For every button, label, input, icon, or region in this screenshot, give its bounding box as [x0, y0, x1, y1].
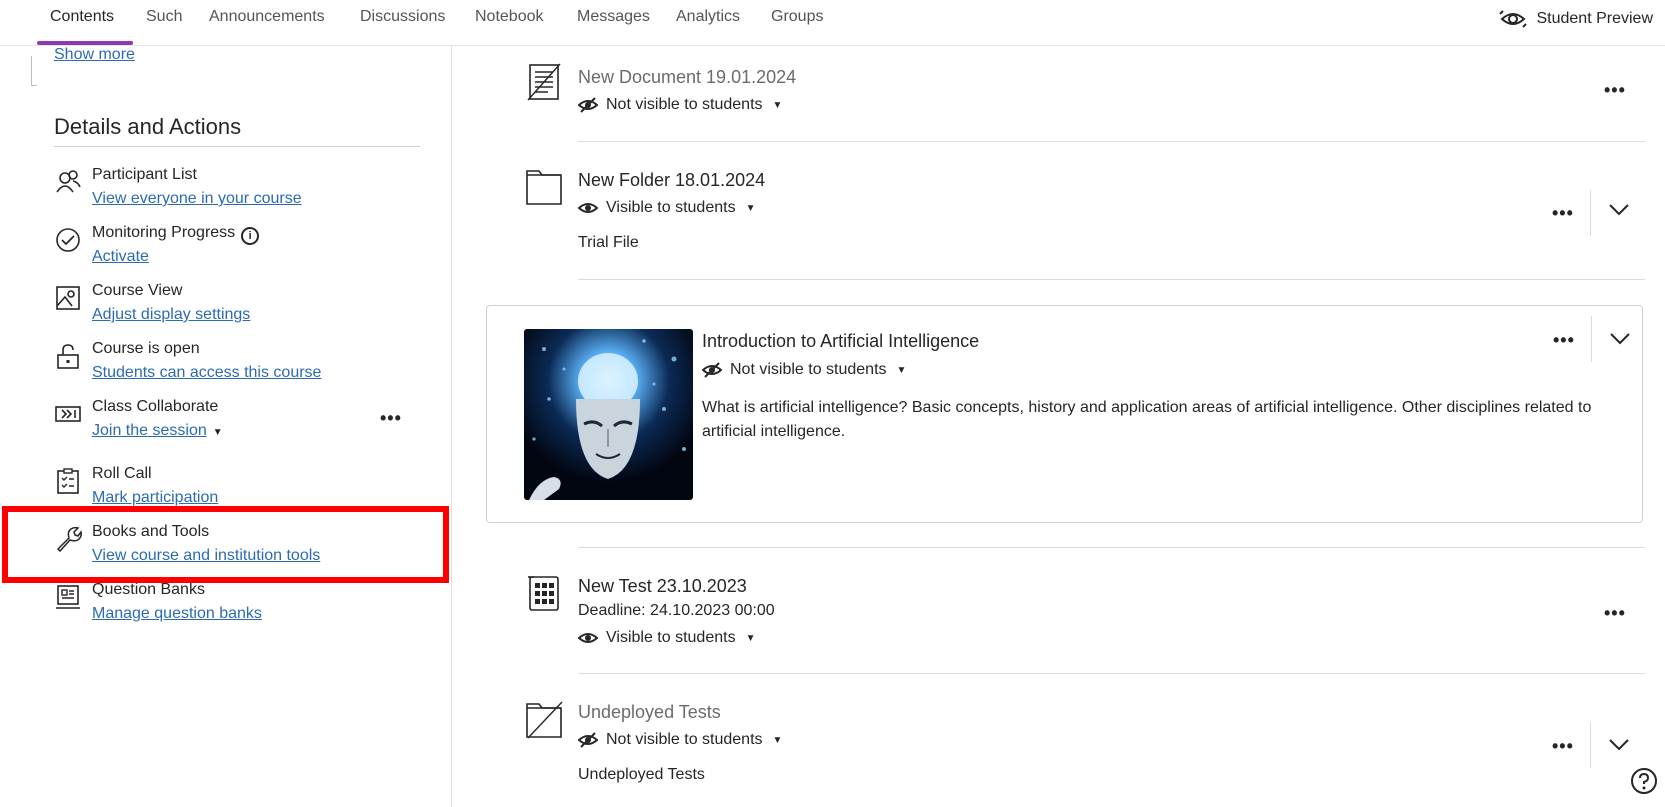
visibility-label: Visible to students	[606, 629, 736, 646]
monitoring-progress-link[interactable]: Activate	[92, 248, 149, 266]
ai-robot-image	[524, 329, 693, 500]
tab-announcements[interactable]: Announcements	[209, 8, 325, 26]
card-title[interactable]: Introduction to Artificial Intelligence	[702, 331, 979, 352]
folder-title[interactable]: New Folder 18.01.2024	[578, 170, 765, 191]
class-collaborate-title: Class Collaborate	[92, 398, 219, 415]
active-tab-indicator	[37, 41, 133, 45]
tab-groups[interactable]: Groups	[771, 8, 823, 26]
more-options-button[interactable]: •••	[1552, 203, 1574, 224]
question-banks-title: Question Banks	[92, 581, 205, 598]
visibility-label: Visible to students	[606, 199, 736, 216]
folder-hidden-icon	[526, 701, 563, 739]
unlock-icon	[57, 344, 79, 369]
divider	[1590, 190, 1591, 236]
eye-off-icon	[578, 732, 598, 748]
check-circle-icon	[56, 228, 80, 252]
roll-call-link[interactable]: Mark participation	[92, 489, 218, 507]
course-view-title: Course View	[92, 282, 183, 299]
test-icon	[528, 576, 559, 611]
image-icon	[56, 286, 80, 310]
test-title[interactable]: New Test 23.10.2023	[578, 576, 747, 597]
clipboard-icon	[57, 468, 79, 494]
eye-icon	[578, 633, 598, 643]
chevron-down-icon[interactable]	[1609, 332, 1631, 346]
show-more-link[interactable]: Show more	[54, 46, 135, 64]
visibility-label: Not visible to students	[730, 361, 887, 378]
divider	[578, 141, 1645, 142]
eye-off-icon	[578, 97, 598, 113]
visibility-toggle[interactable]: Not visible to students ▼	[578, 96, 782, 114]
divider	[54, 146, 420, 147]
chevron-down-icon: ▼	[772, 99, 783, 111]
chevron-down-icon: ▼	[896, 364, 907, 376]
content-item-card[interactable]: Introduction to Artificial Intelligence …	[486, 305, 1643, 523]
divider	[1591, 316, 1592, 362]
class-collaborate-more-button[interactable]: •••	[380, 408, 402, 429]
video-icon	[55, 406, 81, 422]
class-collaborate-link[interactable]: Join the session ▼	[92, 422, 223, 440]
undeployed-subtitle: Undeployed Tests	[578, 766, 705, 783]
folder-subtitle: Trial File	[578, 234, 639, 251]
divider	[578, 279, 1645, 280]
visibility-toggle[interactable]: Visible to students ▼	[578, 199, 755, 217]
chevron-down-icon: ▼	[745, 202, 756, 214]
chevron-down-icon[interactable]: ▼	[213, 427, 223, 438]
tab-contents[interactable]: Contents	[50, 8, 114, 26]
question-banks-link[interactable]: Manage question banks	[92, 605, 262, 623]
roll-call-title: Roll Call	[92, 465, 152, 482]
test-deadline: Deadline: 24.10.2023 00:00	[578, 602, 775, 619]
top-navigation: Contents Such Announcements Discussions …	[0, 0, 1665, 46]
tab-search[interactable]: Such	[146, 8, 182, 26]
participants-icon	[56, 170, 81, 193]
monitoring-progress-label: Monitoring Progress	[92, 224, 236, 241]
participant-list-link[interactable]: View everyone in your course	[92, 190, 302, 208]
chevron-down-icon: ▼	[772, 734, 783, 746]
document-title[interactable]: New Document 19.01.2024	[578, 67, 796, 88]
divider	[1590, 722, 1591, 768]
course-view-link[interactable]: Adjust display settings	[92, 306, 250, 324]
more-options-button[interactable]: •••	[1604, 603, 1626, 624]
chevron-down-icon[interactable]	[1608, 738, 1630, 752]
student-preview-label: Student Preview	[1536, 10, 1653, 27]
visibility-toggle[interactable]: Visible to students ▼	[578, 629, 755, 647]
course-open-title: Course is open	[92, 340, 200, 357]
tab-analytics[interactable]: Analytics	[676, 8, 740, 26]
more-options-button[interactable]: •••	[1553, 330, 1575, 351]
join-session-label: Join the session	[92, 422, 207, 439]
sidebar-edge	[31, 56, 37, 86]
undeployed-title[interactable]: Undeployed Tests	[578, 702, 721, 723]
folder-icon	[526, 170, 562, 205]
divider	[578, 673, 1645, 674]
more-options-button[interactable]: •••	[1604, 80, 1626, 101]
visibility-toggle[interactable]: Not visible to students ▼	[578, 731, 782, 749]
tab-notebook[interactable]: Notebook	[475, 8, 544, 26]
monitoring-progress-title: Monitoring Progress i	[92, 224, 260, 245]
participant-list-title: Participant List	[92, 166, 197, 183]
eye-icon	[578, 203, 598, 213]
highlight-box	[2, 506, 449, 583]
visibility-toggle[interactable]: Not visible to students ▼	[702, 361, 906, 379]
document-icon	[527, 63, 561, 101]
more-options-button[interactable]: •••	[1552, 736, 1574, 757]
card-description: What is artificial intelligence? Basic c…	[702, 399, 1592, 440]
tab-messages[interactable]: Messages	[577, 8, 650, 26]
info-icon[interactable]: i	[241, 227, 260, 245]
eye-off-icon	[702, 362, 722, 378]
visibility-label: Not visible to students	[606, 731, 763, 748]
visibility-label: Not visible to students	[606, 96, 763, 113]
course-open-link[interactable]: Students can access this course	[92, 364, 321, 382]
chevron-down-icon: ▼	[745, 632, 756, 644]
student-preview-icon	[1499, 10, 1528, 28]
tab-discussions[interactable]: Discussions	[360, 8, 445, 26]
help-icon[interactable]	[1630, 767, 1658, 795]
student-preview-button[interactable]: Student Preview	[1498, 8, 1653, 30]
question-bank-icon	[56, 585, 80, 609]
details-title: Details and Actions	[54, 114, 242, 139]
chevron-down-icon[interactable]	[1608, 203, 1630, 217]
divider	[578, 547, 1645, 548]
sidebar: Show more Details and Actions Participan…	[0, 46, 452, 807]
